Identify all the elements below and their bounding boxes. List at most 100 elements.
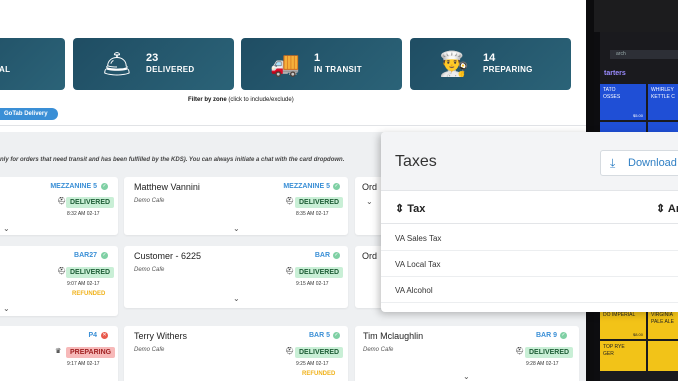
- timestamp: 9:07 AM 02-17: [67, 281, 100, 287]
- menu-item-tile[interactable]: TOP RYE GER: [600, 341, 646, 371]
- menu-item-tile[interactable]: VIRGINIA PALE ALE: [648, 309, 678, 339]
- column-header-tax[interactable]: ⇕ Tax: [395, 202, 425, 215]
- timestamp: 8:35 AM 02-17: [296, 211, 329, 217]
- check-icon: ✓: [333, 332, 340, 339]
- check-icon: ✓: [101, 252, 108, 259]
- menu-item-label: TATO OSSES: [603, 87, 621, 100]
- column-label: Tax: [407, 203, 426, 215]
- order-card[interactable]: Customer - 6225 Demo Cafe BAR ✓ ⛑ DELIVE…: [124, 246, 348, 308]
- stat-card-preparing[interactable]: 👨‍🍳 14 PREPARING: [410, 38, 571, 90]
- stat-number: 23: [146, 52, 159, 64]
- cloche-icon: ⛑: [515, 348, 524, 355]
- section-title: tarters: [604, 70, 626, 77]
- taxes-panel: Taxes ⤓ Download ⇕ Tax ⇕ Ar VA Sales Tax…: [381, 132, 678, 312]
- filter-hint: (click to include/exclude): [226, 97, 294, 103]
- chevron-down-icon[interactable]: ⌄: [463, 372, 470, 381]
- menu-item-label: VIRGINIA PALE ALE: [651, 312, 674, 325]
- order-card[interactable]: P4 ✕ ♛ PREPARING 9:17 AM 02-17: [0, 326, 118, 381]
- menu-item-label: WHIRLEY KETTLE C: [651, 87, 675, 100]
- customer-name: Tim Mclaughlin: [363, 331, 424, 341]
- menu-item-price: $5.00: [632, 112, 643, 118]
- zone-label[interactable]: P4: [88, 332, 97, 339]
- gotab-delivery-button[interactable]: GoTab Delivery: [0, 108, 58, 120]
- menu-item-label: DO IMPERIAL: [603, 312, 636, 318]
- check-icon: ✓: [101, 183, 108, 190]
- stat-label: AL: [0, 65, 11, 74]
- filter-bold: Filter by zone: [188, 97, 227, 103]
- status-badge: DELIVERED: [295, 267, 344, 278]
- customer-name: Customer - 6225: [134, 251, 202, 261]
- tax-name: VA Local Tax: [395, 260, 441, 269]
- chevron-down-icon[interactable]: ⌄: [3, 304, 10, 313]
- cafe-name: Demo Cafe: [134, 198, 165, 204]
- order-card[interactable]: Tim Mclaughlin Demo Cafe BAR 9 ✓ ⛑ DELIV…: [355, 326, 579, 381]
- stat-card-delivered[interactable]: 🛎 23 DELIVERED: [73, 38, 234, 90]
- chef-hat-icon: ♛: [55, 348, 62, 355]
- filter-by-zone-text: Filter by zone (click to include/exclude…: [188, 97, 294, 103]
- status-badge: DELIVERED: [66, 197, 115, 208]
- status-badge: PREPARING: [66, 347, 116, 358]
- chevron-down-icon[interactable]: ⌄: [233, 294, 240, 303]
- column-label: Ar: [667, 203, 678, 215]
- cloche-icon: ⛑: [285, 268, 294, 275]
- divider: [0, 125, 586, 126]
- stat-label: PREPARING: [483, 65, 533, 74]
- zone-label[interactable]: MEZZANINE 5: [50, 183, 97, 190]
- download-button[interactable]: ⤓ Download: [600, 150, 678, 176]
- download-icon: ⤓: [610, 156, 616, 170]
- panel-title: Taxes: [395, 153, 437, 170]
- customer-name: Matthew Vannini: [134, 182, 200, 192]
- chef-hat-icon: 👨‍🍳: [439, 50, 469, 78]
- table-row: VA Sales Tax: [381, 225, 678, 251]
- timestamp: 9:15 AM 02-17: [296, 281, 329, 287]
- zone-label[interactable]: BAR: [315, 252, 330, 259]
- cloche-icon: ⛑: [285, 348, 294, 355]
- chevron-down-icon[interactable]: ⌄: [3, 224, 10, 233]
- tax-name: VA Alcohol: [395, 286, 433, 295]
- menu-item-tile[interactable]: TATO OSSES $5.00: [600, 84, 646, 120]
- order-card[interactable]: Terry Withers Demo Cafe BAR 5 ✓ ⛑ DELIVE…: [124, 326, 348, 381]
- check-icon: ✓: [333, 252, 340, 259]
- stat-card-all[interactable]: AL: [0, 38, 65, 90]
- chevron-down-icon[interactable]: ⌄: [233, 224, 240, 233]
- timestamp: 9:17 AM 02-17: [67, 361, 100, 367]
- cafe-name: Demo Cafe: [134, 267, 165, 273]
- timestamp: 8:32 AM 02-17: [67, 211, 100, 217]
- menu-search-input[interactable]: arch: [610, 50, 678, 59]
- cloche-icon: ⛑: [57, 198, 66, 205]
- chevron-down-icon[interactable]: ⌄: [366, 197, 373, 206]
- menu-item-tile[interactable]: DO IMPERIAL $8.00: [600, 309, 646, 339]
- order-card[interactable]: BAR27 ✓ ⛑ DELIVERED 9:07 AM 02-17 REFUND…: [0, 246, 118, 316]
- status-badge: DELIVERED: [525, 347, 574, 358]
- order-card[interactable]: Matthew Vannini Demo Cafe MEZZANINE 5 ✓ …: [124, 177, 348, 235]
- taxes-header: Taxes ⤓ Download: [381, 132, 678, 190]
- check-icon: ✓: [560, 332, 567, 339]
- cloche-icon: ⛑: [285, 198, 294, 205]
- zone-label[interactable]: MEZZANINE 5: [283, 183, 330, 190]
- menu-item-label: TOP RYE GER: [603, 344, 625, 357]
- status-badge: DELIVERED: [295, 347, 344, 358]
- zone-label[interactable]: BAR27: [74, 252, 97, 259]
- table-row: VA Alcohol: [381, 277, 678, 303]
- menu-item-price: $8.00: [632, 331, 643, 337]
- customer-name: Ord: [362, 251, 378, 261]
- column-header-amount[interactable]: ⇕ Ar: [656, 202, 678, 215]
- zone-label[interactable]: BAR 9: [536, 332, 557, 339]
- truck-icon: 🚚: [270, 50, 300, 78]
- stat-label: IN TRANSIT: [314, 65, 362, 74]
- cafe-name: Demo Cafe: [363, 347, 394, 353]
- stat-number: 14: [483, 52, 496, 64]
- table-row: VA Local Tax: [381, 251, 678, 277]
- order-card[interactable]: MEZZANINE 5 ✓ ⛑ DELIVERED 8:32 AM 02-17 …: [0, 177, 118, 235]
- refunded-label: REFUNDED: [302, 371, 336, 377]
- zone-label[interactable]: BAR 5: [309, 332, 330, 339]
- stat-card-in-transit[interactable]: 🚚 1 IN TRANSIT: [241, 38, 402, 90]
- stats-header: AL 🛎 23 DELIVERED 🚚 1 IN TRANSIT 👨‍🍳 14 …: [0, 0, 586, 132]
- customer-name: Ord: [362, 182, 378, 192]
- menu-item-tile[interactable]: [648, 341, 678, 371]
- x-icon: ✕: [101, 332, 108, 339]
- table-header: ⇕ Tax ⇕ Ar: [381, 190, 678, 224]
- stat-label: DELIVERED: [146, 65, 195, 74]
- tax-name: VA Sales Tax: [395, 234, 442, 243]
- menu-item-tile[interactable]: WHIRLEY KETTLE C: [648, 84, 678, 120]
